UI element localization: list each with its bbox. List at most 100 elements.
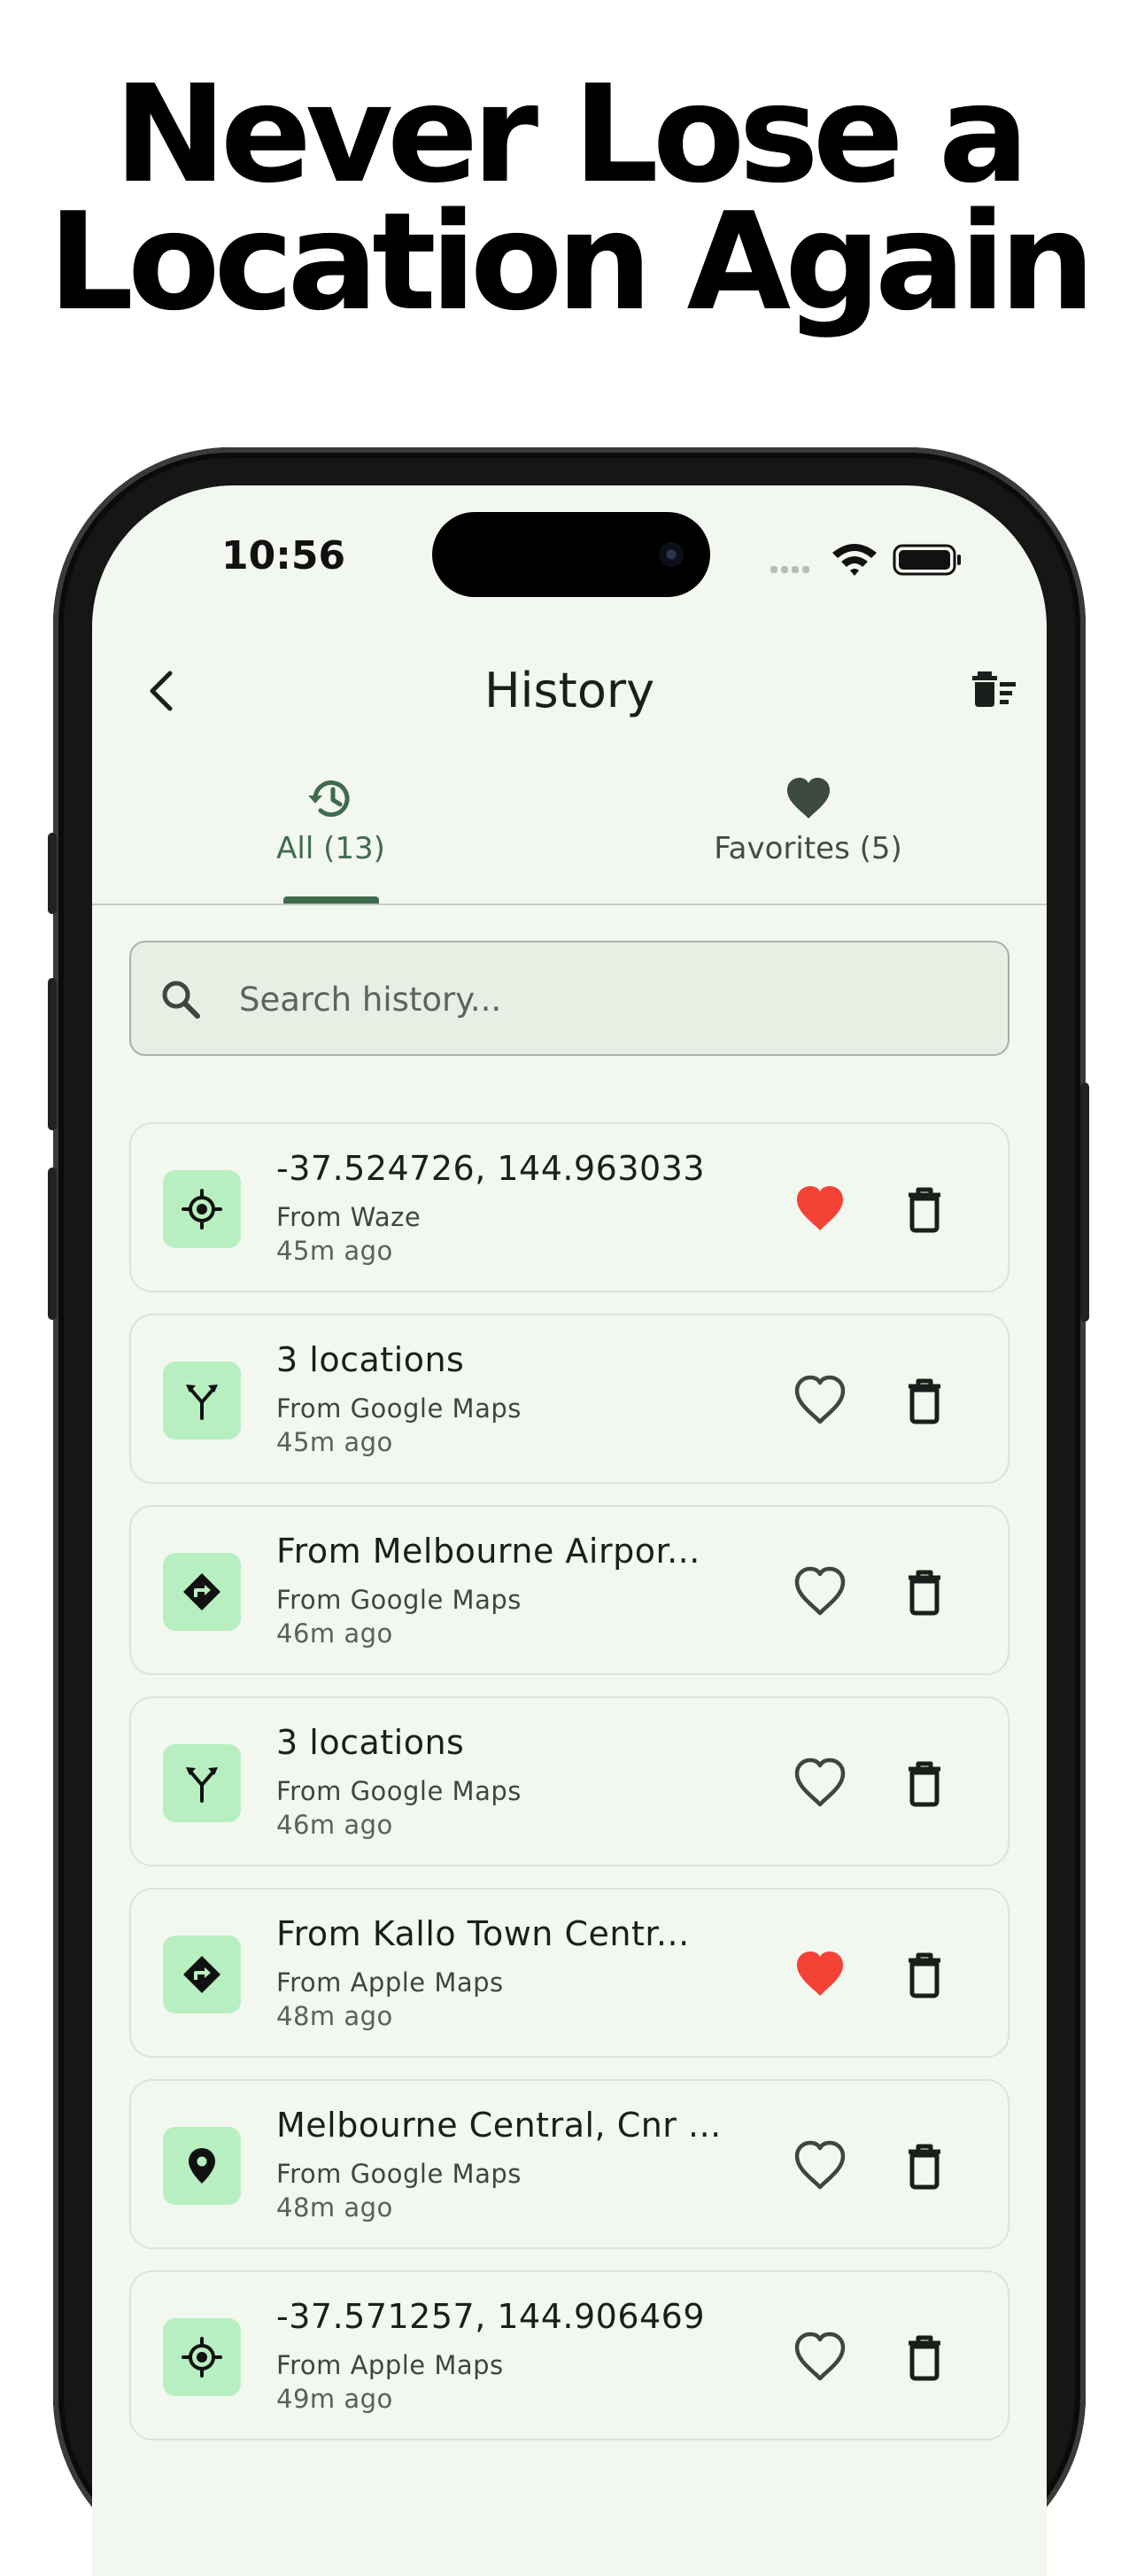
history-item-source: From Google Maps <box>276 1393 522 1424</box>
tab-divider <box>92 904 1047 905</box>
history-item-title: 3 locations <box>276 1340 465 1379</box>
history-item-source: From Apple Maps <box>276 2350 504 2380</box>
favorite-button[interactable] <box>792 2329 848 2386</box>
history-item-time: 45m ago <box>276 1427 393 1457</box>
history-item[interactable]: -37.524726, 144.963033 From Waze 45m ago <box>129 1122 1009 1292</box>
place-pin-icon <box>189 2148 215 2184</box>
history-item-title: 3 locations <box>276 1723 465 1762</box>
history-item-time: 49m ago <box>276 2384 393 2414</box>
trash-icon <box>909 1187 940 1233</box>
volume-down-button <box>48 1168 57 1320</box>
favorite-button[interactable] <box>792 1563 848 1620</box>
battery-icon <box>893 544 961 576</box>
delete-button[interactable] <box>896 2138 953 2194</box>
favorite-button[interactable] <box>792 1181 848 1238</box>
delete-button[interactable] <box>896 1946 953 2003</box>
heart-outline-icon <box>794 2140 846 2190</box>
volume-up-button <box>48 978 57 1130</box>
history-item-title: From Melbourne Airpor... <box>276 1532 700 1571</box>
delete-button[interactable] <box>896 1563 953 1620</box>
status-time: 10:56 <box>221 533 346 578</box>
search-icon <box>162 981 200 1019</box>
history-item-time: 46m ago <box>276 1810 393 1840</box>
wifi-icon <box>832 544 877 576</box>
delete-button[interactable] <box>896 2329 953 2386</box>
history-item-type <box>163 2318 241 2396</box>
history-item-type <box>163 1362 241 1439</box>
trash-icon <box>909 1378 940 1424</box>
favorite-button[interactable] <box>792 1946 848 2003</box>
history-item-time: 48m ago <box>276 2192 393 2223</box>
cellular-signal-icon <box>770 566 809 573</box>
trash-icon <box>909 1952 940 1998</box>
tab-favorites-label: Favorites (5) <box>714 831 902 866</box>
delete-sweep-icon <box>972 671 1016 707</box>
headline-line-2: Location Again <box>48 183 1095 340</box>
front-camera <box>659 542 684 567</box>
delete-button[interactable] <box>896 1181 953 1238</box>
trash-icon <box>909 1570 940 1616</box>
history-item-type <box>163 1936 241 2013</box>
fork-route-icon <box>186 1385 218 1420</box>
marketing-headline: Never Lose a Location Again <box>0 56 1137 340</box>
page-title: History <box>483 663 655 718</box>
history-item[interactable]: -37.571257, 144.906469 From Apple Maps 49m… <box>129 2270 1009 2440</box>
favorite-button[interactable] <box>792 1372 848 1429</box>
heart-filled-icon <box>797 1951 843 1996</box>
history-item-title: -37.571257, 144.906469 <box>276 2297 706 2336</box>
tab-all[interactable]: All (13) <box>92 771 569 904</box>
dynamic-island <box>432 512 710 597</box>
directions-icon <box>183 1956 220 1993</box>
heart-outline-icon <box>794 2332 846 2381</box>
history-item-title: From Kallo Town Centr... <box>276 1914 690 1953</box>
history-item-source: From Waze <box>276 1202 422 1232</box>
history-item[interactable]: From Kallo Town Centr... From Apple Maps 4… <box>129 1888 1009 2058</box>
history-item-title: -37.524726, 144.963033 <box>276 1149 706 1188</box>
tab-all-label: All (13) <box>276 831 385 866</box>
tab-indicator <box>283 896 379 904</box>
heart-outline-icon <box>794 1375 846 1424</box>
history-item-source: From Apple Maps <box>276 1967 504 1998</box>
history-item-type <box>163 1170 241 1248</box>
power-button <box>1080 1082 1089 1322</box>
history-item-title: Melbourne Central, Cnr ... <box>276 2106 722 2145</box>
favorite-button[interactable] <box>792 1755 848 1812</box>
history-icon <box>307 780 349 818</box>
history-item[interactable]: 3 locations From Google Maps 45m ago <box>129 1314 1009 1484</box>
history-item[interactable]: 3 locations From Google Maps 46m ago <box>129 1696 1009 1866</box>
directions-icon <box>183 1573 220 1610</box>
gps-target-icon <box>182 1189 222 1230</box>
search-input[interactable] <box>237 969 949 1029</box>
heart-outline-icon <box>794 1566 846 1616</box>
history-item[interactable]: Melbourne Central, Cnr ... From Google Ma… <box>129 2079 1009 2249</box>
delete-button[interactable] <box>896 1372 953 1429</box>
tab-favorites[interactable]: Favorites (5) <box>569 771 1047 904</box>
delete-button[interactable] <box>896 1755 953 1812</box>
history-tabs: All (13) Favorites (5) <box>92 771 1047 904</box>
trash-icon <box>909 1761 940 1807</box>
search-field[interactable] <box>129 941 1009 1056</box>
heart-filled-icon <box>797 1186 843 1230</box>
heart-outline-icon <box>794 1757 846 1807</box>
history-item-source: From Google Maps <box>276 1776 522 1806</box>
fork-route-icon <box>186 1767 218 1803</box>
history-item-time: 45m ago <box>276 1236 393 1266</box>
status-icons <box>770 537 965 581</box>
heart-icon <box>786 778 830 819</box>
trash-icon <box>909 2335 940 2381</box>
history-item-type <box>163 1553 241 1631</box>
trash-icon <box>909 2144 940 2190</box>
app-bar: History <box>92 647 1047 735</box>
history-item-source: From Google Maps <box>276 1585 522 1615</box>
favorite-button[interactable] <box>792 2138 848 2194</box>
history-item-type <box>163 2127 241 2205</box>
history-item-source: From Google Maps <box>276 2159 522 2189</box>
clear-history-button[interactable] <box>967 664 1020 718</box>
history-item[interactable]: From Melbourne Airpor... From Google Maps… <box>129 1505 1009 1675</box>
history-item-type <box>163 1744 241 1822</box>
gps-target-icon <box>182 2337 222 2378</box>
history-item-time: 48m ago <box>276 2001 393 2031</box>
headline-line-1: Never Lose a <box>113 56 1030 213</box>
history-item-time: 46m ago <box>276 1618 393 1649</box>
action-button <box>48 833 57 914</box>
